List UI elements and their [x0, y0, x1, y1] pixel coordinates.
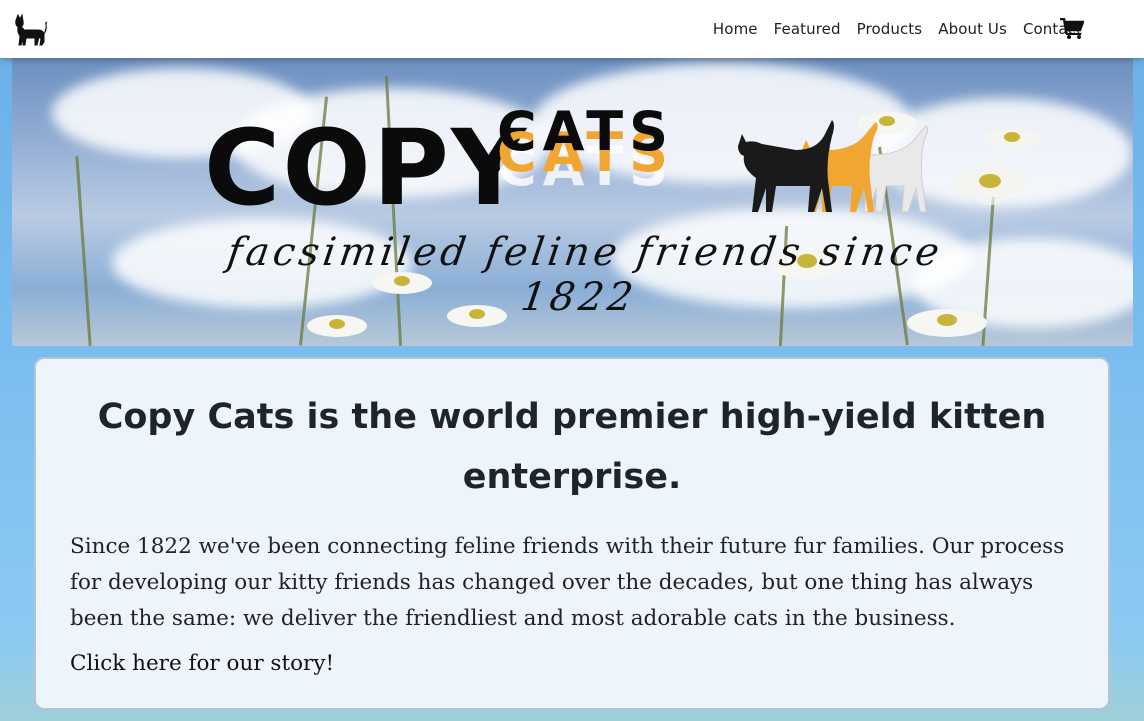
flower-stem — [75, 156, 92, 346]
intro-title: Copy Cats is the world premier high-yiel… — [97, 397, 1047, 497]
cat-logo-icon[interactable] — [12, 12, 48, 48]
logo-word-copy: COPY — [204, 107, 529, 229]
intro-body: Since 1822 we've been connecting feline … — [70, 534, 1065, 631]
our-story-link[interactable]: Click here for our story! — [70, 651, 1074, 676]
intro-card: Copy Cats is the world premier high-yiel… — [34, 357, 1110, 710]
navbar: Home Featured Products About Us Contact — [0, 0, 1144, 58]
nav-about-us[interactable]: About Us — [938, 20, 1007, 38]
nav-home[interactable]: Home — [713, 20, 758, 38]
nav-links: Home Featured Products About Us Contact — [697, 0, 1082, 58]
daisy-flower — [984, 128, 1040, 148]
daisy-flower — [952, 161, 1028, 205]
nav-products[interactable]: Products — [857, 20, 923, 38]
logo-word-cats: CATS — [497, 100, 674, 163]
shopping-cart-icon[interactable] — [1060, 18, 1084, 40]
three-cats-logo-icon — [738, 120, 929, 213]
hero-banner: COPY CATS CATS CATS facsimiled feline fr… — [12, 58, 1133, 346]
tagline: facsimiled feline friends since 1822 — [224, 230, 946, 320]
nav-featured[interactable]: Featured — [774, 20, 841, 38]
